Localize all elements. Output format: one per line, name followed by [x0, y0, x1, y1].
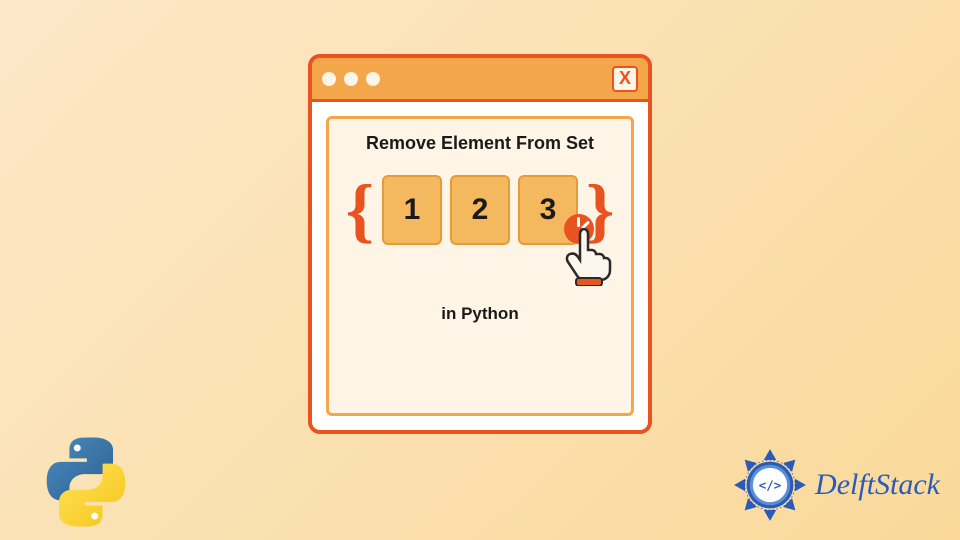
window-content: Remove Element From Set { 1 2 3 } in Pyt… — [326, 116, 634, 416]
dot-icon — [322, 72, 336, 86]
svg-text:</>: </> — [759, 478, 782, 493]
window-titlebar: X — [312, 58, 648, 102]
dot-icon — [366, 72, 380, 86]
hand-cursor-icon — [562, 228, 616, 286]
set-visual: { 1 2 3 } — [346, 174, 615, 246]
delftstack-wordmark: DelftStack — [815, 468, 940, 502]
brace-open-icon: { — [346, 174, 374, 246]
close-icon: X — [619, 68, 631, 89]
pointer-hand-icon — [552, 216, 622, 286]
set-item: 1 — [382, 175, 442, 245]
close-button[interactable]: X — [612, 66, 638, 92]
traffic-lights — [322, 72, 380, 86]
dot-icon — [344, 72, 358, 86]
set-item: 2 — [450, 175, 510, 245]
delftstack-logo: </> DelftStack — [731, 446, 940, 524]
page-subtitle: in Python — [441, 304, 518, 324]
delftstack-emblem-icon: </> — [731, 446, 809, 524]
illustration-window: X Remove Element From Set { 1 2 3 } in P… — [308, 54, 652, 434]
page-title: Remove Element From Set — [366, 133, 594, 154]
python-logo-icon — [38, 434, 134, 530]
